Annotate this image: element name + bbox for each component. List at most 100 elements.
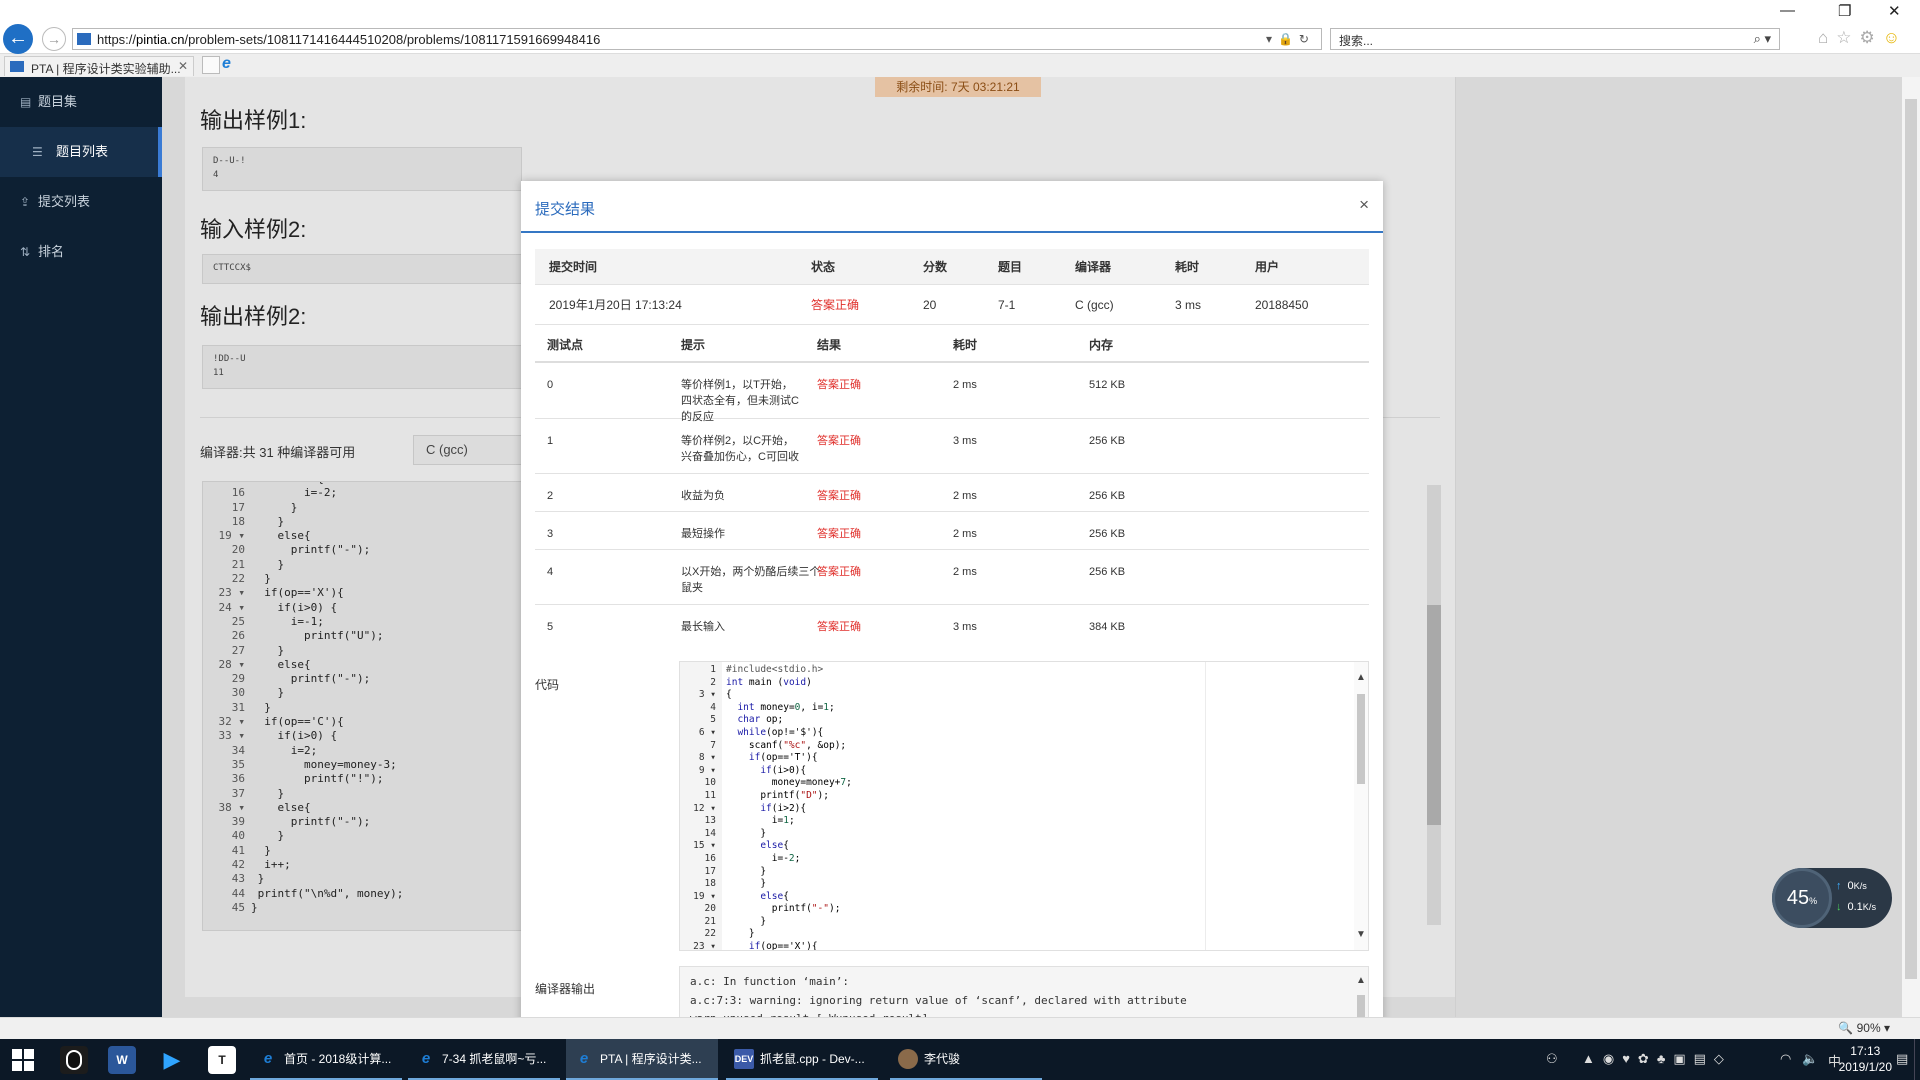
sample-input-2: CTTCCX$ [202, 254, 522, 284]
book-icon: ▤ [20, 95, 32, 109]
sidebar-item-problem-list[interactable]: ☰ 题目列表 [0, 127, 162, 177]
case-result: 答案正确 [817, 528, 861, 540]
search-placeholder: 搜索... [1339, 34, 1374, 48]
network-icon[interactable]: ◠ [1780, 1051, 1791, 1067]
scroll-down-icon[interactable]: ▼ [1356, 929, 1366, 940]
code-scrollbar[interactable]: ▲ ▼ [1354, 662, 1368, 950]
case-hint: 等价样例2，以C开始，兴奋叠加伤心，C可回收 [681, 435, 799, 463]
feedback-smiley-icon[interactable]: ☺ [1883, 28, 1908, 47]
taskbar-app-ie-734[interactable]: e 7-34 抓老鼠啊~亏... [408, 1039, 560, 1080]
case-time: 2 ms [953, 528, 977, 540]
problem-id[interactable]: 7-1 [998, 285, 1015, 325]
people-icon[interactable]: ⚇ [1546, 1051, 1558, 1067]
code-line: if(i>0){ [760, 764, 807, 776]
case-id: 4 [547, 566, 554, 578]
code-line: i=-2; [726, 852, 801, 864]
page-scrollbar[interactable] [1902, 77, 1920, 1017]
word-icon[interactable]: W [108, 1046, 136, 1074]
compiler-output[interactable]: a.c: In function ‘main’: a.c:7:3: warnin… [679, 966, 1369, 1017]
code-line: } [726, 865, 767, 877]
address-bar[interactable]: https://pintia.cn/problem-sets/108117141… [72, 28, 1322, 50]
minimize-button[interactable]: — [1780, 2, 1795, 19]
home-icon[interactable]: ⌂ [1818, 28, 1836, 47]
col-case: 测试点 [547, 338, 584, 352]
taskbar-app-devcpp[interactable]: DEV 抓老鼠.cpp - Dev-... [726, 1039, 878, 1080]
case-memory: 256 KB [1089, 566, 1126, 578]
submission-summary-table: 提交时间 状态 分数 题目 编译器 耗时 用户 2019年1月20日 17:13… [535, 249, 1369, 325]
right-scrollbar[interactable] [1427, 485, 1441, 925]
case-memory: 256 KB [1089, 528, 1126, 540]
code-label: 代码 [535, 678, 560, 692]
scroll-up-icon[interactable]: ▲ [1356, 672, 1366, 683]
case-result: 答案正确 [817, 435, 861, 447]
status-badge: 答案正确 [811, 298, 860, 312]
site-favicon-icon [77, 33, 91, 45]
code-editor[interactable]: 15 ▾ 16 17 18 19 ▾ 20 21 22 23 ▾ 24 ▾ 25… [202, 481, 522, 931]
list-icon: ☰ [32, 145, 43, 159]
scroll-thumb[interactable] [1357, 995, 1365, 1017]
network-speed-widget[interactable]: 45% ↑ 0K/s ↓ 0.1K/s [1772, 868, 1892, 928]
search-icon[interactable]: ⌕ ▾ [1754, 31, 1771, 47]
output-scrollbar[interactable]: ▲ ▼ [1354, 967, 1368, 1017]
browser-tab-pta[interactable]: PTA | 程序设计类实验辅助... ✕ [4, 56, 194, 76]
gear-icon[interactable]: ⚙ [1860, 28, 1883, 47]
compiler-output-text: a.c: In function ‘main’: a.c:7:3: warnin… [690, 975, 1187, 1017]
code-line: int money=0, i=1; [737, 701, 835, 713]
elapsed-time: 3 ms [1175, 298, 1202, 312]
forward-button[interactable]: → [42, 27, 66, 51]
col-submit-time: 提交时间 [549, 260, 598, 274]
window-close-button[interactable]: ✕ [1888, 2, 1901, 20]
tab-close-icon[interactable]: ✕ [178, 59, 188, 73]
tray-icons[interactable]: ▲◉♥✿♣▣▤◇ [1582, 1051, 1732, 1067]
taskbar-app-label: 7-34 抓老鼠啊~亏... [442, 1052, 547, 1066]
table-header: 测试点 提示 结果 耗时 内存 [535, 325, 1369, 363]
taskbar-app-ie-pta[interactable]: e PTA | 程序设计类... [566, 1039, 718, 1080]
close-icon[interactable]: × [1359, 195, 1369, 215]
browser-statusbar: 🔍 90% ▾ [0, 1017, 1920, 1039]
system-clock[interactable]: 17:13 2019/1/20 [1839, 1043, 1892, 1075]
print-margin [1205, 662, 1206, 950]
new-tab-button[interactable] [202, 56, 220, 74]
address-url: https://pintia.cn/problem-sets/108117141… [97, 32, 601, 47]
col-time: 耗时 [1175, 260, 1200, 274]
taskbar-app-chat[interactable]: 李代骏 [890, 1039, 1042, 1080]
volume-icon[interactable]: 🔈 [1802, 1051, 1818, 1067]
show-desktop-button[interactable] [1914, 1039, 1920, 1080]
restore-button[interactable]: ❐ [1838, 2, 1851, 20]
case-id: 0 [547, 379, 554, 391]
scroll-thumb[interactable] [1905, 99, 1917, 979]
sidebar-item-problem-sets[interactable]: ▤ 题目集 [0, 77, 162, 127]
notification-icon[interactable]: ▤ [1896, 1051, 1908, 1067]
clock-time: 17:13 [1850, 1044, 1881, 1058]
search-box[interactable]: 搜索... ⌕ ▾ [1330, 28, 1780, 50]
qq-icon[interactable] [60, 1046, 88, 1074]
favorites-star-icon[interactable]: ☆ [1836, 28, 1859, 47]
download-speed: ↓ 0.1K/s [1836, 901, 1877, 913]
case-memory: 512 KB [1089, 379, 1126, 391]
sidebar: ▤ 题目集 ☰ 题目列表 ⇪ 提交列表 ⇅ 排名 [0, 77, 162, 1017]
sort-icon: ⇅ [20, 245, 31, 259]
scroll-up-icon[interactable]: ▲ [1356, 975, 1366, 986]
cpu-usage-gauge: 45% [1772, 868, 1832, 928]
back-button[interactable]: ← [3, 24, 33, 54]
submitted-code-viewer[interactable]: 1 2 3 ▾ 4 5 6 ▾ 7 8 ▾ 9 ▾ 10 11 12 ▾ 13 … [679, 661, 1369, 951]
case-hint: 等价样例1，以T开始，四状态全有，但未测试C的反应 [681, 379, 799, 423]
scroll-thumb[interactable] [1357, 694, 1365, 784]
sidebar-item-ranking[interactable]: ⇅ 排名 [0, 227, 162, 277]
code-line: if(op=='T'){ [748, 752, 818, 764]
media-player-icon[interactable]: ▶ [158, 1046, 186, 1074]
code-line: if(i>2){ [760, 802, 807, 814]
address-tools-icons[interactable]: ▾🔒↻ [1266, 32, 1315, 46]
user: 20188450 [1255, 298, 1309, 312]
compiler-select[interactable]: C (gcc) [413, 435, 523, 465]
table-row: 5 最长输入 答案正确 3 ms 384 KB [535, 605, 1369, 643]
typora-icon[interactable]: T [208, 1046, 236, 1074]
table-row: 2019年1月20日 17:13:24 答案正确 20 7-1 C (gcc) … [535, 285, 1369, 325]
zoom-level[interactable]: 🔍 90% ▾ [1838, 1021, 1890, 1035]
compiler: C (gcc) [1075, 298, 1114, 312]
windows-start-icon[interactable] [12, 1049, 34, 1071]
case-time: 3 ms [953, 435, 977, 447]
code-line: #include<stdio.h> [726, 664, 824, 675]
sidebar-item-submissions[interactable]: ⇪ 提交列表 [0, 177, 162, 227]
taskbar-app-ie-home[interactable]: e 首页 - 2018级计算... [250, 1039, 402, 1080]
